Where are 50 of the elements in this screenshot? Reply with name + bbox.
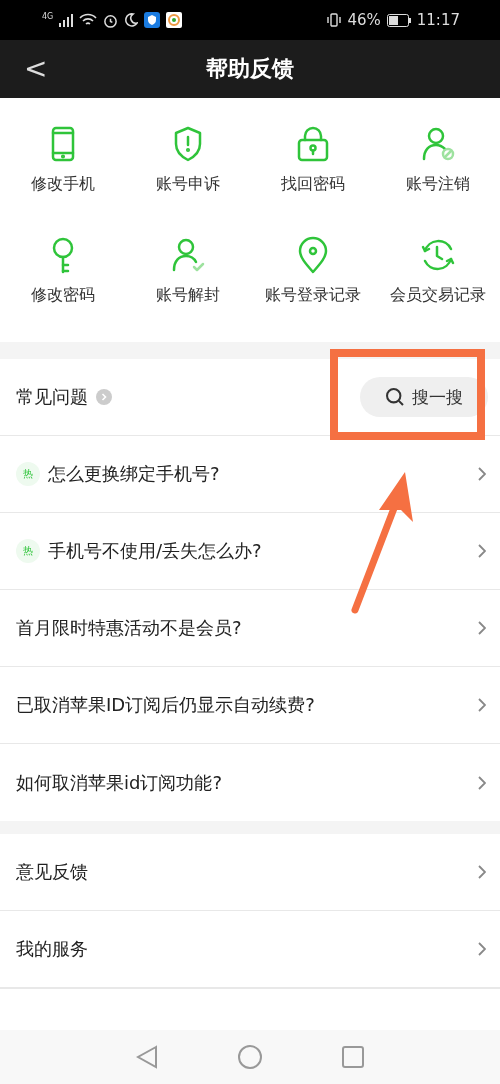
chevron-icon <box>478 544 486 558</box>
wifi-icon <box>79 13 98 27</box>
faq-row[interactable]: 热 手机号不使用/丢失怎么办? <box>0 513 500 590</box>
search-icon <box>385 388 404 406</box>
clock-time: 11:17 <box>416 11 460 29</box>
alarm-icon <box>103 12 119 28</box>
faq-row[interactable]: 首月限时特惠活动不是会员? <box>0 590 500 667</box>
faq-row[interactable]: 如何取消苹果id订阅功能? <box>0 744 500 821</box>
menu-label: 我的服务 <box>16 937 89 961</box>
faq-question: 怎么更换绑定手机号? <box>48 462 221 486</box>
faq-row[interactable]: 已取消苹果ID订阅后仍显示自动续费? <box>0 667 500 744</box>
chevron-icon <box>478 865 486 879</box>
chevron-icon <box>478 467 486 481</box>
faq-question: 手机号不使用/丢失怎么办? <box>48 539 263 563</box>
faq-question: 如何取消苹果id订阅功能? <box>16 770 223 795</box>
moon-icon <box>124 13 139 27</box>
app-logo-icon <box>166 12 183 28</box>
vibrate-icon <box>327 12 342 28</box>
faq-question: 首月限时特惠活动不是会员? <box>16 616 243 640</box>
search-button[interactable]: 搜一搜 <box>360 377 488 417</box>
recents-square-icon[interactable] <box>342 1046 364 1068</box>
signal-icon <box>59 13 74 27</box>
back-triangle-icon[interactable] <box>136 1045 158 1069</box>
shortcut-label[interactable]: 找回密码 <box>280 174 345 195</box>
shortcut-label[interactable]: 修改密码 <box>30 285 95 306</box>
battery-icon <box>386 13 411 27</box>
hot-badge: 热 <box>16 462 40 486</box>
menu-row[interactable]: 意见反馈 <box>0 834 500 911</box>
shortcut-label[interactable]: 账号申诉 <box>155 174 220 195</box>
menu-row[interactable]: 我的服务 <box>0 911 500 988</box>
menu-label: 意见反馈 <box>16 860 89 884</box>
chevron-icon <box>478 775 486 790</box>
battery-percent: 46% <box>347 11 381 29</box>
shortcut-label[interactable]: 账号解封 <box>155 285 220 306</box>
chevron-circle-icon <box>96 389 112 405</box>
chevron-icon <box>478 698 486 712</box>
chevron-icon <box>478 621 486 635</box>
shortcut-label[interactable]: 账号登录记录 <box>264 285 361 306</box>
back-button[interactable]: < <box>18 52 54 85</box>
section-title: 常见问题 <box>16 385 88 409</box>
hot-badge: 热 <box>16 539 40 563</box>
home-circle-icon[interactable] <box>238 1045 262 1069</box>
shortcut-label[interactable]: 会员交易记录 <box>389 285 486 306</box>
chevron-icon <box>478 942 486 956</box>
faq-question: 已取消苹果ID订阅后仍显示自动续费? <box>16 693 316 717</box>
network-label: 4G <box>42 12 54 21</box>
shield-app-icon <box>144 12 161 28</box>
shortcut-label[interactable]: 修改手机 <box>30 174 95 195</box>
shortcut-label[interactable]: 账号注销 <box>405 174 470 195</box>
page-title: 帮助反馈 <box>206 55 294 83</box>
